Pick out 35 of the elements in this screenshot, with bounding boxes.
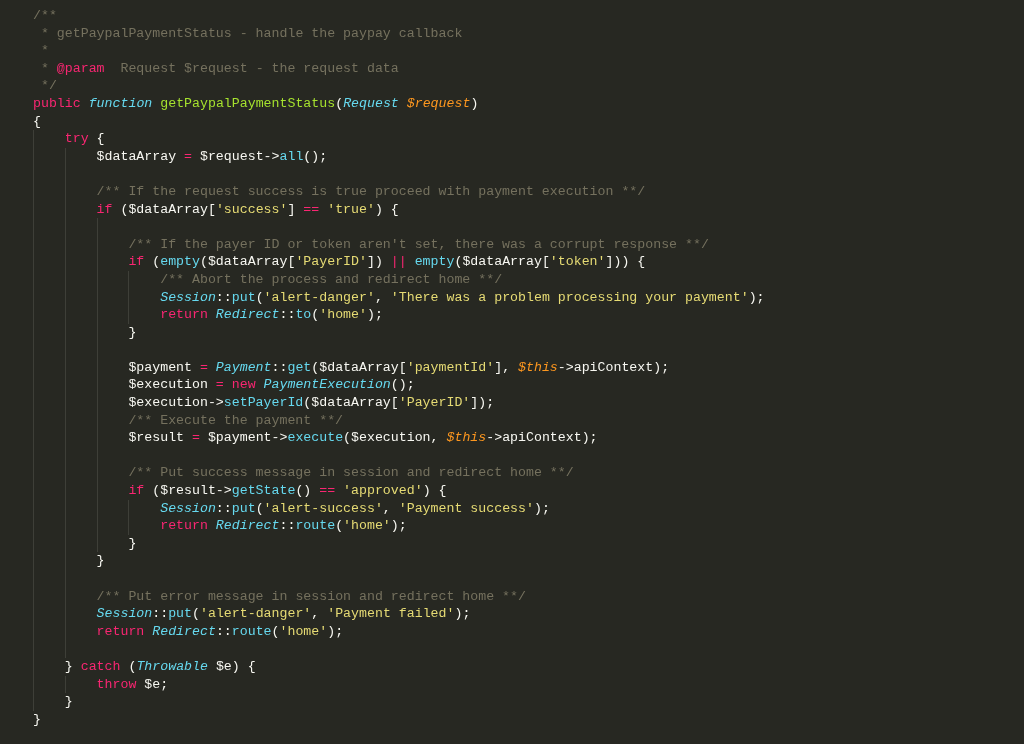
code-line: try { [64, 130, 105, 148]
code-line: $payment = Payment::get($dataArray['paymentId'], $this->apiContext); [128, 358, 670, 377]
code-line: if ($dataArray['success'] == 'true') { [96, 200, 399, 219]
code-line: Session::put('alert-danger', 'There was a problem processing your payment'); [160, 288, 765, 307]
code-line: * @param Request $request - the request data [40, 59, 399, 78]
code-line: } catch (Throwable $e) { [64, 657, 256, 676]
code-line: return Redirect::route('home'); [96, 622, 344, 641]
code-line: if (empty($dataArray['PayerID']) || empty($dataArray['token'])) { [128, 253, 646, 271]
code-line: */ [40, 77, 57, 95]
code-line: * getPaypalPaymentStatus - handle the paypay callback [40, 24, 463, 43]
code-line: { [33, 112, 41, 131]
code-line: /** Execute the payment **/ [128, 411, 344, 430]
code-line: * [40, 42, 49, 60]
code-line: Session::put('alert-success', 'Payment success'); [160, 499, 550, 518]
code-line: } [64, 693, 73, 711]
code-line: return Redirect::to('home'); [160, 306, 383, 324]
code-line: $result = $payment->execute($execution, $this->apiContext); [128, 429, 598, 447]
code-line: /** If the request success is true proceed with payment execution **/ [96, 182, 646, 201]
code-line: if ($result->getState() == 'approved') { [128, 482, 447, 500]
code-line: /** Put error message in session and redirect home **/ [96, 587, 526, 606]
code-line: public function getPaypalPaymentStatus(Request $request) [33, 94, 479, 113]
code-line: return Redirect::route('home'); [160, 517, 407, 535]
code-line: /** If the payer ID or token aren't set, there was a corrupt response **/ [128, 235, 709, 254]
code-line: Session::put('alert-danger', 'Payment failed'); [96, 605, 471, 623]
code-line: /** [33, 7, 57, 25]
code-line: $execution->setPayerId($dataArray['PayerID']); [128, 394, 495, 412]
code-line: $execution = new PaymentExecution(); [128, 376, 415, 395]
code-line: throw $e; [96, 675, 169, 694]
code-line: } [128, 323, 137, 342]
code-line: } [96, 552, 105, 570]
code-line: } [128, 534, 137, 553]
code-line: } [33, 710, 41, 729]
code-line: /** Abort the process and redirect home **/ [160, 270, 503, 289]
code-line: $dataArray = $request->all(); [96, 147, 328, 166]
code-line: /** Put success message in session and redirect home **/ [128, 464, 574, 483]
